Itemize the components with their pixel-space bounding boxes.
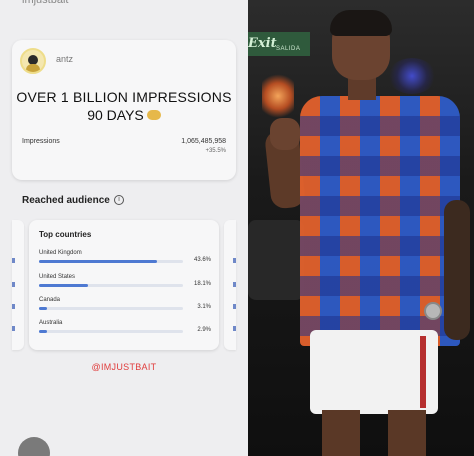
hand-gesture: [270, 118, 300, 150]
photo: Exit SALIDA: [248, 0, 474, 456]
previous-card[interactable]: [12, 220, 24, 350]
impressions-headline: OVER 1 BILLION IMPRESSIONS 90 DAYS: [12, 88, 236, 124]
headline-line-2: 90 DAYS: [12, 106, 236, 124]
country-bar-track: [39, 260, 183, 263]
headline-line-1: OVER 1 BILLION IMPRESSIONS: [16, 89, 232, 105]
country-row: United Kingdom 43.6%: [39, 250, 211, 272]
country-row: Australia 2.9%: [39, 320, 211, 342]
country-row: Canada 3.1%: [39, 297, 211, 319]
country-name: United States: [39, 274, 76, 280]
exit-sign-small: SALIDA: [276, 46, 301, 52]
blue-light: [388, 58, 436, 94]
reached-audience-title: Reached audience: [22, 195, 110, 206]
country-bar-track: [39, 307, 183, 310]
country-bar-fill: [39, 330, 47, 333]
right-arm: [444, 200, 470, 340]
country-bar-fill: [39, 284, 89, 287]
hair: [330, 10, 392, 36]
story-header: imjustbait: [0, 0, 248, 8]
watch-icon: [424, 302, 442, 320]
country-percent: 2.9%: [197, 327, 211, 333]
info-icon[interactable]: i: [114, 195, 124, 205]
impressions-change: +35.5%: [205, 148, 226, 154]
left-leg: [322, 410, 360, 456]
exit-sign-text: Exit: [248, 36, 277, 51]
country-bar-fill: [39, 307, 48, 310]
avatar[interactable]: [20, 48, 46, 74]
country-bar-track: [39, 330, 183, 333]
country-row: United States 18.1%: [39, 274, 211, 296]
impressions-card: antz OVER 1 BILLION IMPRESSIONS 90 DAYS …: [12, 40, 236, 180]
right-leg: [388, 410, 426, 456]
top-countries-card: Top countries United Kingdom 43.6% Unite…: [29, 220, 219, 350]
handshake-icon: [146, 110, 161, 121]
shorts: [310, 330, 438, 414]
shorts-stripe: [420, 336, 426, 408]
country-percent: 3.1%: [197, 304, 211, 310]
country-bar-track: [39, 284, 183, 287]
impressions-value: 1,065,485,958: [181, 138, 226, 145]
audience-carousel[interactable]: Top countries United Kingdom 43.6% Unite…: [12, 220, 236, 350]
country-percent: 18.1%: [193, 281, 211, 287]
country-percent: 43.6%: [193, 257, 211, 263]
neon-light: [262, 72, 294, 120]
country-name: Canada: [39, 297, 61, 303]
story-handle: imjustbait: [22, 0, 69, 6]
country-name: United Kingdom: [39, 250, 82, 256]
impressions-label: Impressions: [22, 138, 60, 145]
next-card[interactable]: [224, 220, 236, 350]
username[interactable]: antz: [56, 54, 73, 64]
headline-days: 90 DAYS: [87, 107, 144, 123]
background-shape: [248, 220, 304, 300]
watermark-caption: @IMJUSTBAIT: [91, 362, 157, 372]
top-countries-title: Top countries: [39, 230, 92, 239]
country-name: Australia: [39, 320, 63, 326]
impressions-screenshot: imjustbait antz OVER 1 BILLION IMPRESSIO…: [0, 0, 248, 456]
country-bar-fill: [39, 260, 158, 263]
bottom-button[interactable]: [18, 437, 50, 456]
